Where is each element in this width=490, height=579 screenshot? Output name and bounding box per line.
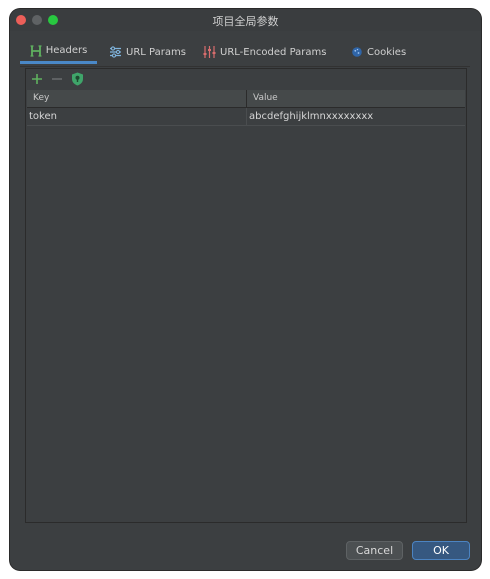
plus-icon <box>32 74 42 84</box>
tab-url-encoded-params-label: URL-Encoded Params <box>220 46 327 58</box>
tab-url-params-label: URL Params <box>126 46 186 58</box>
equalizer-icon <box>203 46 216 58</box>
tab-url-params[interactable]: URL Params <box>109 40 186 64</box>
tab-cookies[interactable]: Cookies <box>351 40 406 64</box>
add-row-button[interactable] <box>29 71 45 87</box>
shield-icon <box>71 72 83 86</box>
table-row[interactable]: token abcdefghijklmnxxxxxxxx <box>27 108 465 126</box>
tab-headers-label: Headers <box>45 45 88 56</box>
row-key-cell[interactable]: token <box>27 108 247 125</box>
table-toolbar <box>26 69 466 89</box>
tab-headers[interactable]: Headers <box>20 40 97 64</box>
ok-button[interactable]: OK <box>412 541 470 560</box>
column-header-key[interactable]: Key <box>27 90 247 107</box>
h-icon <box>30 44 42 57</box>
dialog-window: 项目全局参数 Headers URL Params URL-Encoded Pa… <box>10 9 481 570</box>
headers-panel: Key Value token abcdefghijklmnxxxxxxxx <box>25 68 467 523</box>
tab-cookies-label: Cookies <box>367 46 407 58</box>
tab-url-encoded-params[interactable]: URL-Encoded Params <box>203 40 326 64</box>
cookie-icon <box>351 46 363 58</box>
cancel-button[interactable]: Cancel <box>346 541 403 560</box>
shield-button[interactable] <box>69 71 85 87</box>
title-bar: 项目全局参数 <box>10 9 481 31</box>
table-header: Key Value <box>27 90 465 108</box>
row-value-cell[interactable]: abcdefghijklmnxxxxxxxx <box>247 108 373 125</box>
column-header-value[interactable]: Value <box>247 90 278 107</box>
remove-row-button[interactable] <box>49 71 65 87</box>
sliders-icon <box>109 46 122 58</box>
window-title: 项目全局参数 <box>212 15 279 28</box>
minus-icon <box>52 78 62 80</box>
tab-bar: Headers URL Params URL-Encoded Params Co… <box>20 40 470 67</box>
params-table: Key Value token abcdefghijklmnxxxxxxxx <box>27 90 465 126</box>
